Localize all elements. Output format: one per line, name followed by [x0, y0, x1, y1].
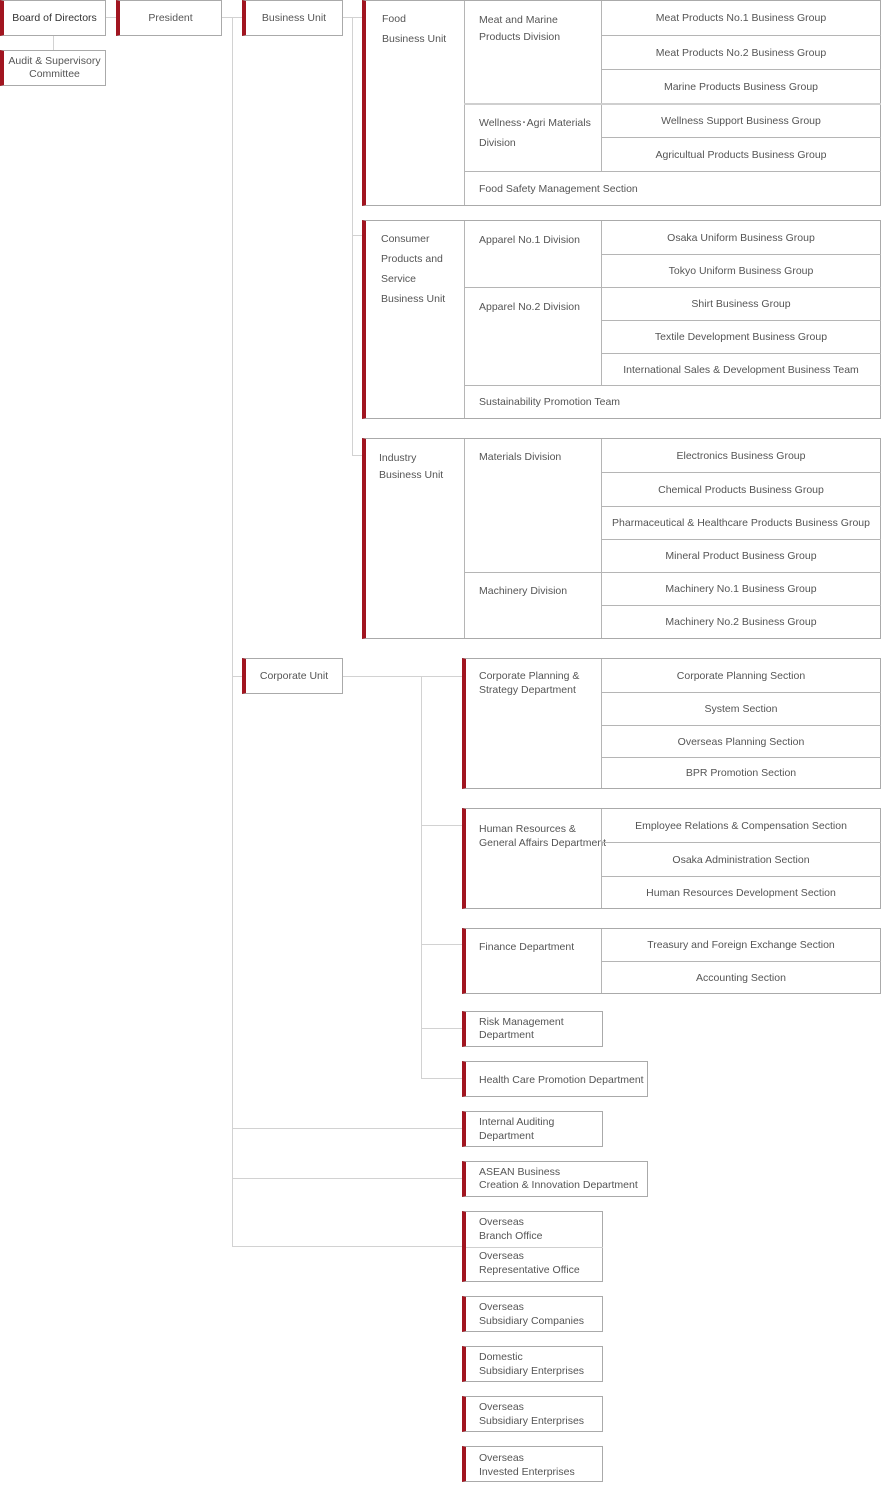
- group-cell[interactable]: Chemical Products Business Group: [601, 472, 881, 506]
- industry-unit-name: Industry Business Unit: [379, 452, 444, 481]
- finance-dept-block: Finance Department Treasury and Foreign …: [462, 928, 881, 994]
- section-cell[interactable]: Corporate Planning Section: [601, 659, 881, 692]
- industry-business-unit-block: Industry Business Unit Materials Divisio…: [362, 438, 881, 639]
- connector: [421, 676, 422, 1079]
- group-cell[interactable]: Machinery No.1 Business Group: [601, 572, 881, 605]
- group-cell[interactable]: Agricultual Products Business Group: [601, 137, 881, 172]
- section-cell[interactable]: Human Resources Development Section: [601, 876, 881, 908]
- section-cell[interactable]: Overseas Planning Section: [601, 725, 881, 757]
- group-cell[interactable]: Machinery No.2 Business Group: [601, 605, 881, 638]
- connector: [421, 944, 462, 945]
- finance-dept-name[interactable]: Finance Department: [479, 940, 574, 954]
- group-cell[interactable]: Meat Products No.1 Business Group: [601, 0, 881, 35]
- health-care-promotion-dept-box[interactable]: Health Care Promotion Department: [462, 1061, 648, 1097]
- asean-business-dept-box[interactable]: ASEAN Business Creation & Innovation Dep…: [462, 1161, 648, 1197]
- apparel-no1-division[interactable]: Apparel No.1 Division: [479, 233, 580, 247]
- connector: [53, 35, 54, 50]
- overseas-subsidiary-enterprises-box[interactable]: Overseas Subsidiary Enterprises: [462, 1396, 603, 1432]
- section-cell[interactable]: Employee Relations & Compensation Sectio…: [601, 809, 881, 842]
- food-unit-name: Food Business Unit: [382, 13, 447, 45]
- meat-marine-division[interactable]: Meat and Marine Products Division: [479, 12, 560, 46]
- sustainability-team[interactable]: Sustainability Promotion Team: [464, 385, 881, 418]
- connector: [232, 676, 242, 677]
- corporate-unit-label: Corporate Unit: [259, 670, 329, 682]
- machinery-division[interactable]: Machinery Division: [479, 584, 567, 598]
- divider: [464, 572, 601, 573]
- section-cell[interactable]: Treasury and Foreign Exchange Section: [601, 929, 881, 961]
- group-cell[interactable]: Osaka Uniform Business Group: [601, 221, 881, 254]
- corporate-unit-box[interactable]: Corporate Unit: [242, 658, 343, 694]
- food-safety-section[interactable]: Food Safety Management Section: [464, 171, 881, 205]
- connector: [421, 825, 462, 826]
- group-cell[interactable]: Mineral Product Business Group: [601, 539, 881, 572]
- board-of-directors-box[interactable]: Board of Directors: [0, 0, 106, 36]
- risk-label: Risk Management Department: [479, 1016, 564, 1041]
- connector: [421, 1078, 462, 1079]
- divider: [464, 439, 465, 638]
- health-label: Health Care Promotion Department: [479, 1074, 644, 1086]
- president-label: President: [148, 12, 193, 24]
- consumer-unit-name: Consumer Products and Service Business U…: [381, 233, 446, 305]
- connector: [352, 455, 362, 456]
- president-box[interactable]: President: [116, 0, 222, 36]
- business-unit-box[interactable]: Business Unit: [242, 0, 343, 36]
- group-cell[interactable]: Shirt Business Group: [601, 287, 881, 320]
- connector: [352, 235, 362, 236]
- board-of-directors-label: Board of Directors: [12, 12, 97, 24]
- risk-management-dept-box[interactable]: Risk Management Department: [462, 1011, 603, 1047]
- group-cell[interactable]: Meat Products No.2 Business Group: [601, 35, 881, 69]
- domestic-subsidiary-label: Domestic Subsidiary Enterprises: [479, 1351, 585, 1377]
- connector: [232, 1178, 462, 1179]
- hr-general-affairs-dept-block: Human Resources & General Affairs Depart…: [462, 808, 881, 909]
- connector: [232, 1246, 462, 1247]
- group-cell[interactable]: Textile Development Business Group: [601, 320, 881, 353]
- asean-label: ASEAN Business Creation & Innovation Dep…: [479, 1166, 638, 1191]
- overseas-subsidiary-companies-label: Overseas Subsidiary Companies: [479, 1301, 585, 1327]
- group-cell[interactable]: International Sales & Development Busine…: [601, 353, 881, 386]
- group-cell[interactable]: Marine Products Business Group: [601, 69, 881, 104]
- group-cell[interactable]: Electronics Business Group: [601, 439, 881, 472]
- consumer-business-unit-block: Consumer Products and Service Business U…: [362, 220, 881, 419]
- overseas-subsidiary-enterprises-label: Overseas Subsidiary Enterprises: [479, 1401, 585, 1427]
- corporate-planning-dept-name[interactable]: Corporate Planning & Strategy Department: [479, 669, 579, 697]
- apparel-no2-division[interactable]: Apparel No.2 Division: [479, 300, 580, 314]
- overseas-subsidiary-companies-box[interactable]: Overseas Subsidiary Companies: [462, 1296, 603, 1332]
- connector: [352, 17, 353, 455]
- audit-supervisory-committee-box[interactable]: Audit & Supervisory Committee: [0, 50, 106, 86]
- group-cell[interactable]: Pharmaceutical & Healthcare Products Bus…: [601, 506, 881, 539]
- overseas-invested-enterprises-box[interactable]: Overseas Invested Enterprises: [462, 1446, 603, 1482]
- section-cell[interactable]: Accounting Section: [601, 961, 881, 993]
- audit-label-line2: Committee: [29, 68, 80, 80]
- hr-dept-name[interactable]: Human Resources & General Affairs Depart…: [479, 822, 606, 850]
- section-cell[interactable]: System Section: [601, 692, 881, 725]
- overseas-branch-office[interactable]: Overseas Branch Office: [479, 1215, 542, 1243]
- overseas-invested-label: Overseas Invested Enterprises: [479, 1452, 575, 1478]
- divider: [464, 287, 601, 288]
- audit-label-line1: Audit & Supervisory: [8, 55, 101, 67]
- overseas-representative-office[interactable]: Overseas Representative Office: [479, 1249, 580, 1277]
- connector: [421, 1028, 462, 1029]
- business-unit-label: Business Unit: [261, 12, 327, 24]
- section-cell[interactable]: Osaka Administration Section: [601, 842, 881, 876]
- domestic-subsidiary-enterprises-box[interactable]: Domestic Subsidiary Enterprises: [462, 1346, 603, 1382]
- overseas-offices-box: Overseas Branch Office Overseas Represen…: [462, 1211, 603, 1282]
- corporate-planning-dept-block: Corporate Planning & Strategy Department…: [462, 658, 881, 789]
- materials-division[interactable]: Materials Division: [479, 450, 561, 464]
- food-business-unit-block: Food Business Unit Meat and Marine Produ…: [362, 0, 881, 206]
- wellness-agri-division[interactable]: Wellness･Agri Materials Division: [479, 113, 591, 153]
- section-cell[interactable]: BPR Promotion Section: [601, 757, 881, 788]
- connector: [232, 17, 233, 1247]
- internal-auditing-dept-box[interactable]: Internal Auditing Department: [462, 1111, 603, 1147]
- group-cell[interactable]: Tokyo Uniform Business Group: [601, 254, 881, 287]
- connector: [232, 1128, 462, 1129]
- internal-audit-label: Internal Auditing Department: [479, 1116, 555, 1142]
- connector: [342, 676, 462, 677]
- divider: [466, 1247, 603, 1248]
- group-cell[interactable]: Wellness Support Business Group: [601, 104, 881, 138]
